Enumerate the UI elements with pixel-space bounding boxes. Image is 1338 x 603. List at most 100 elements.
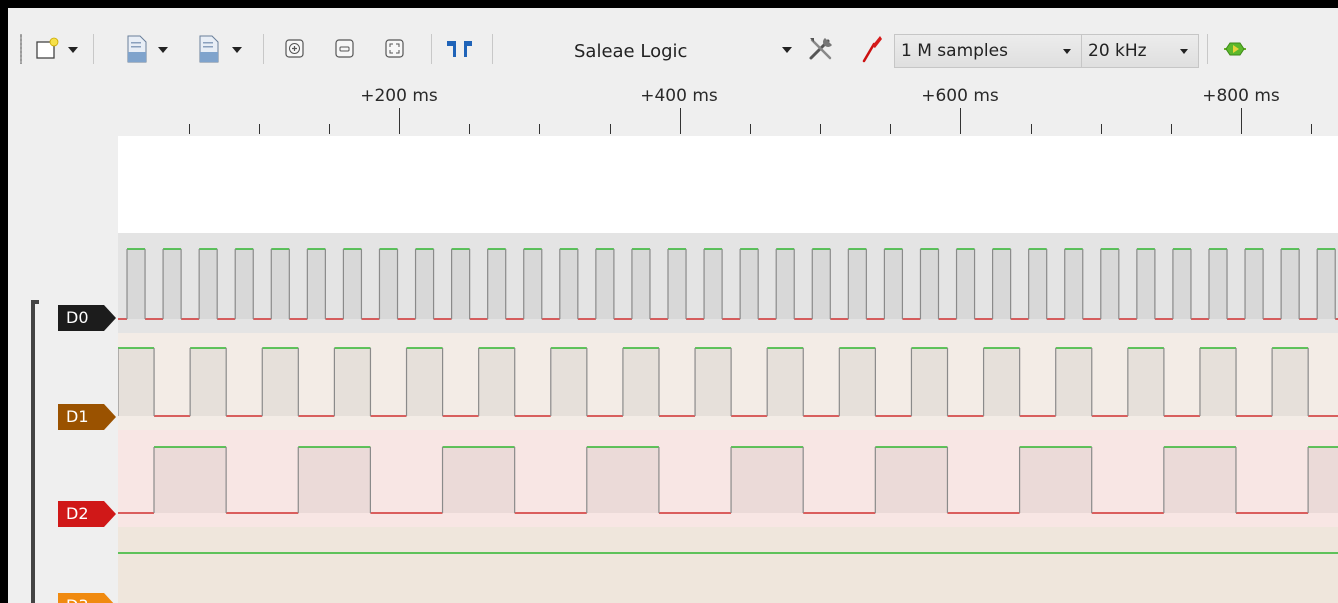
pulse-fill — [1172, 249, 1191, 319]
device-selector-label[interactable]: Saleae Logic — [574, 41, 687, 62]
pulse-fill — [343, 249, 362, 319]
pulse-fill — [1163, 447, 1236, 513]
pulse-fill — [586, 447, 659, 513]
open-file-dropdown[interactable] — [156, 43, 170, 57]
pulse-fill — [478, 348, 515, 416]
pulse-fill — [776, 249, 795, 319]
toolbar-grip[interactable] — [20, 34, 22, 64]
save-file-icon[interactable] — [198, 34, 220, 64]
waveforms — [118, 248, 1338, 554]
pulse-fill — [740, 249, 759, 319]
zoom-out-icon[interactable] — [334, 38, 356, 60]
pulse-fill — [839, 348, 876, 416]
pulse-fill — [1308, 447, 1338, 513]
ruler-minor-tick — [329, 124, 330, 134]
pulse-fill — [1055, 348, 1092, 416]
pulse-fill — [992, 249, 1011, 319]
pulse-fill — [767, 348, 804, 416]
ruler-minor-tick — [259, 124, 260, 134]
pulse-fill — [1199, 348, 1237, 416]
pulse-fill — [1019, 447, 1092, 513]
save-file-dropdown[interactable] — [230, 43, 244, 57]
pulse-fill — [235, 249, 254, 319]
pulse-fill — [163, 249, 182, 319]
pulse-fill — [334, 348, 371, 416]
pulse-fill — [298, 447, 371, 513]
ruler-label-800ms: +800 ms — [1202, 86, 1280, 106]
pulse-fill — [262, 348, 299, 416]
pulse-fill — [911, 348, 948, 416]
pulse-fill — [695, 348, 732, 416]
ruler-minor-tick — [189, 124, 190, 134]
pulse-fill — [1317, 249, 1336, 319]
device-selector-dropdown[interactable] — [780, 43, 794, 57]
sample-count-select[interactable]: 1 M samples — [894, 34, 1082, 68]
ruler-major-tick — [680, 108, 681, 134]
pulse-fill — [1281, 249, 1300, 319]
pulse-fill — [1127, 348, 1164, 416]
pulse-fill — [190, 348, 227, 416]
pulse-fill — [415, 249, 434, 319]
settings-tools-icon[interactable] — [806, 34, 836, 64]
pulse-fill — [1028, 249, 1047, 319]
pulse-fill — [983, 348, 1020, 416]
ruler-label-600ms: +600 ms — [921, 86, 999, 106]
probe-icon[interactable] — [860, 34, 884, 64]
waveform-area[interactable] — [118, 136, 1338, 603]
pulse-fill — [920, 249, 939, 319]
pulse-fill — [704, 249, 723, 319]
pulse-fill — [127, 249, 146, 319]
ruler-minor-tick — [1031, 124, 1032, 134]
pulse-fill — [956, 249, 975, 319]
new-session-dropdown[interactable] — [66, 43, 80, 57]
pulse-fill — [1064, 249, 1083, 319]
ruler-minor-tick — [820, 124, 821, 134]
new-session-icon[interactable] — [34, 36, 60, 62]
pulse-fill — [812, 249, 831, 319]
sample-count-value: 1 M samples — [901, 41, 1008, 61]
pulse-fill — [559, 249, 578, 319]
pulse-fill — [875, 447, 948, 513]
channel-group-bracket[interactable] — [31, 300, 39, 603]
toolbar: Saleae Logic 1 M samples 20 kHz — [8, 8, 1338, 78]
time-ruler[interactable]: +200 ms +400 ms +600 ms +800 ms — [8, 78, 1338, 138]
logic-analyzer-window: Saleae Logic 1 M samples 20 kHz +200 ms … — [8, 8, 1338, 603]
zoom-in-icon[interactable] — [284, 38, 306, 60]
ruler-minor-tick — [1101, 124, 1102, 134]
ruler-label-200ms: +200 ms — [360, 86, 438, 106]
channel-label-d2[interactable]: D2 — [58, 501, 116, 527]
pulse-fill — [271, 249, 290, 319]
pulse-fill — [1208, 249, 1228, 319]
ruler-minor-tick — [469, 124, 470, 134]
pulse-fill — [154, 447, 227, 513]
cursor-pair-icon[interactable] — [445, 38, 477, 60]
sample-rate-select[interactable]: 20 kHz — [1081, 34, 1199, 68]
open-file-icon[interactable] — [126, 34, 148, 64]
pulse-fill — [523, 249, 542, 319]
pulse-fill — [451, 249, 470, 319]
zoom-fit-icon[interactable] — [384, 38, 406, 60]
ruler-minor-tick — [890, 124, 891, 134]
ruler-major-tick — [960, 108, 961, 134]
ruler-minor-tick — [750, 124, 751, 134]
channel-label-d3[interactable]: D3 — [58, 593, 116, 603]
pulse-fill — [118, 348, 155, 416]
start-capture-icon[interactable] — [1222, 38, 1248, 60]
pulse-fill — [406, 348, 443, 416]
channel-label-d0[interactable]: D0 — [58, 305, 116, 331]
pulse-fill — [1245, 249, 1264, 319]
pulse-fill — [199, 249, 218, 319]
pulse-fill — [848, 249, 867, 319]
pulse-fill — [884, 249, 903, 319]
chevron-down-icon — [1063, 49, 1071, 54]
pulse-fill — [442, 447, 515, 513]
channel-label-d1[interactable]: D1 — [58, 404, 116, 430]
chevron-down-icon — [1180, 49, 1188, 54]
ruler-label-400ms: +400 ms — [640, 86, 718, 106]
ruler-minor-tick — [1311, 124, 1312, 134]
sample-rate-value: 20 kHz — [1088, 41, 1147, 61]
pulse-fill — [631, 249, 650, 319]
pulse-fill — [622, 348, 659, 416]
pulse-fill — [1100, 249, 1119, 319]
ruler-minor-tick — [539, 124, 540, 134]
